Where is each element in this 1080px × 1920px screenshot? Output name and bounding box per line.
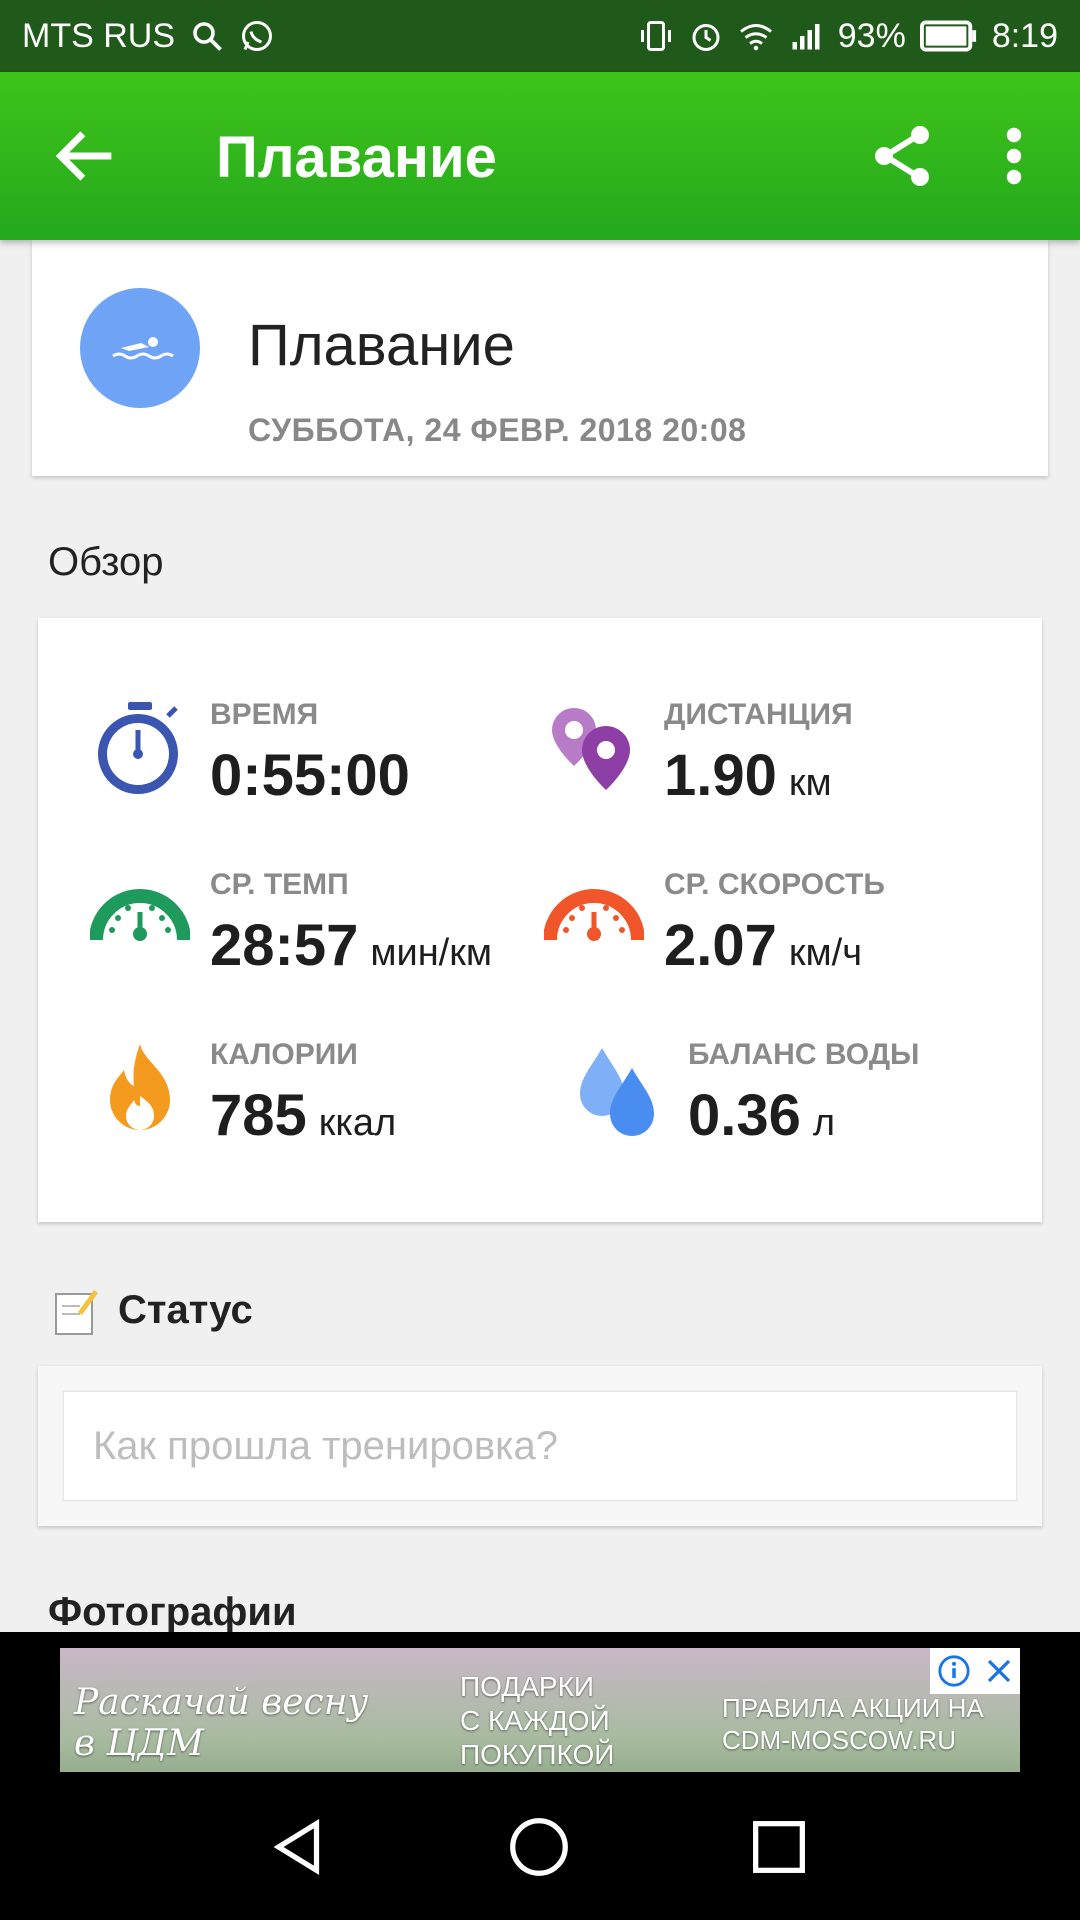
activity-avatar	[80, 288, 200, 408]
metric-value: 2.07 км/ч	[664, 912, 862, 979]
nav-back-icon[interactable]	[264, 1812, 334, 1882]
map-pins-icon	[552, 708, 630, 790]
metric-unit: км/ч	[788, 932, 862, 974]
clock: 8:19	[991, 16, 1058, 55]
whatsapp-icon	[242, 21, 272, 51]
status-card: Как прошла тренировка?	[38, 1366, 1042, 1526]
metric-water: БАЛАНС ВОДЫ 0.36 л	[568, 1038, 1018, 1148]
metric-number: 2.07	[664, 913, 777, 978]
search-icon	[193, 22, 222, 51]
metric-calories: КАЛОРИИ 785 ккал	[90, 1038, 550, 1148]
status-input[interactable]: Как прошла тренировка?	[62, 1390, 1018, 1502]
metric-unit: км	[788, 762, 832, 804]
overview-title: Обзор	[48, 540, 164, 584]
metric-value: 28:57 мин/км	[210, 912, 492, 979]
share-icon[interactable]	[866, 120, 938, 192]
wifi-icon	[739, 24, 772, 51]
metric-unit: л	[812, 1102, 836, 1144]
info-icon[interactable]	[937, 1654, 971, 1688]
signal-icon	[792, 24, 820, 50]
nav-home-icon[interactable]	[504, 1812, 574, 1882]
metric-label: КАЛОРИИ	[210, 1038, 358, 1071]
metric-label: СР. СКОРОСТЬ	[664, 868, 885, 901]
ad-zone: Раскачай весну в ЦДМ ПОДАРКИ С КАЖДОЙ ПО…	[0, 1632, 1080, 1798]
metric-number: 0:55:00	[210, 743, 410, 808]
system-nav-bar	[0, 1772, 1080, 1920]
battery-icon	[919, 20, 976, 52]
vibrate-icon	[640, 21, 671, 51]
activity-name: Плавание	[248, 313, 515, 378]
more-vert-icon[interactable]	[990, 120, 1038, 192]
metric-number: 785	[210, 1083, 307, 1148]
close-icon[interactable]	[984, 1656, 1014, 1686]
status-title: Статус	[118, 1288, 253, 1332]
flame-icon	[110, 1044, 170, 1130]
metric-number: 0.36	[688, 1083, 801, 1148]
metric-value: 1.90 км	[664, 742, 832, 809]
activity-header-card: Плавание СУББОТА, 24 ФЕВР. 2018 20:08	[32, 240, 1048, 476]
stopwatch-icon	[98, 702, 178, 794]
ad-gift-text: ПОДАРКИ С КАЖДОЙ ПОКУПКОЙ	[460, 1671, 615, 1770]
alarm-icon	[692, 24, 720, 51]
metric-number: 28:57	[210, 913, 359, 978]
page-title: Плавание	[216, 125, 497, 190]
metric-label: СР. ТЕМП	[210, 868, 349, 901]
metric-unit: мин/км	[370, 932, 492, 974]
metric-number: 1.90	[664, 743, 777, 808]
ad-controls	[930, 1648, 1020, 1694]
nav-recents-icon[interactable]	[744, 1812, 814, 1882]
water-drops-icon	[580, 1048, 654, 1136]
metric-time: ВРЕМЯ 0:55:00	[90, 698, 470, 808]
photos-title: Фотографии	[48, 1590, 297, 1634]
metric-label: БАЛАНС ВОДЫ	[688, 1038, 920, 1071]
metric-value: 0:55:00	[210, 742, 422, 809]
metric-speed: СР. СКОРОСТЬ 2.07 км/ч	[544, 868, 1004, 978]
status-placeholder: Как прошла тренировка?	[93, 1423, 558, 1468]
overview-card: ВРЕМЯ 0:55:00 ДИСТАНЦИЯ 1.90 км СР. ТЕМП …	[38, 618, 1042, 1222]
metric-value: 785 ккал	[210, 1082, 396, 1149]
metric-label: ДИСТАНЦИЯ	[664, 698, 853, 731]
gauge-orange-icon	[544, 889, 644, 941]
status-bar: MTS RUS 93% 8:19	[0, 0, 1080, 72]
ad-headline: Раскачай весну в ЦДМ	[74, 1682, 369, 1764]
metric-distance: ДИСТАНЦИЯ 1.90 км	[544, 698, 1004, 808]
gauge-green-icon	[90, 889, 190, 941]
back-arrow-icon[interactable]	[48, 118, 124, 194]
metric-label: ВРЕМЯ	[210, 698, 319, 731]
app-bar: Плавание	[0, 72, 1080, 240]
metric-unit: ккал	[318, 1102, 397, 1144]
metric-pace: СР. ТЕМП 28:57 мин/км	[90, 868, 550, 978]
note-edit-icon	[55, 1290, 98, 1335]
carrier-label: MTS RUS	[22, 16, 175, 55]
swimmer-icon	[112, 337, 174, 360]
battery-percent: 93%	[837, 16, 906, 55]
activity-datetime: СУББОТА, 24 ФЕВР. 2018 20:08	[248, 412, 747, 448]
ad-rules-text: ПРАВИЛА АКЦИИ НА CDM-MOSCOW.RU	[722, 1693, 984, 1755]
metric-value: 0.36 л	[688, 1082, 835, 1149]
